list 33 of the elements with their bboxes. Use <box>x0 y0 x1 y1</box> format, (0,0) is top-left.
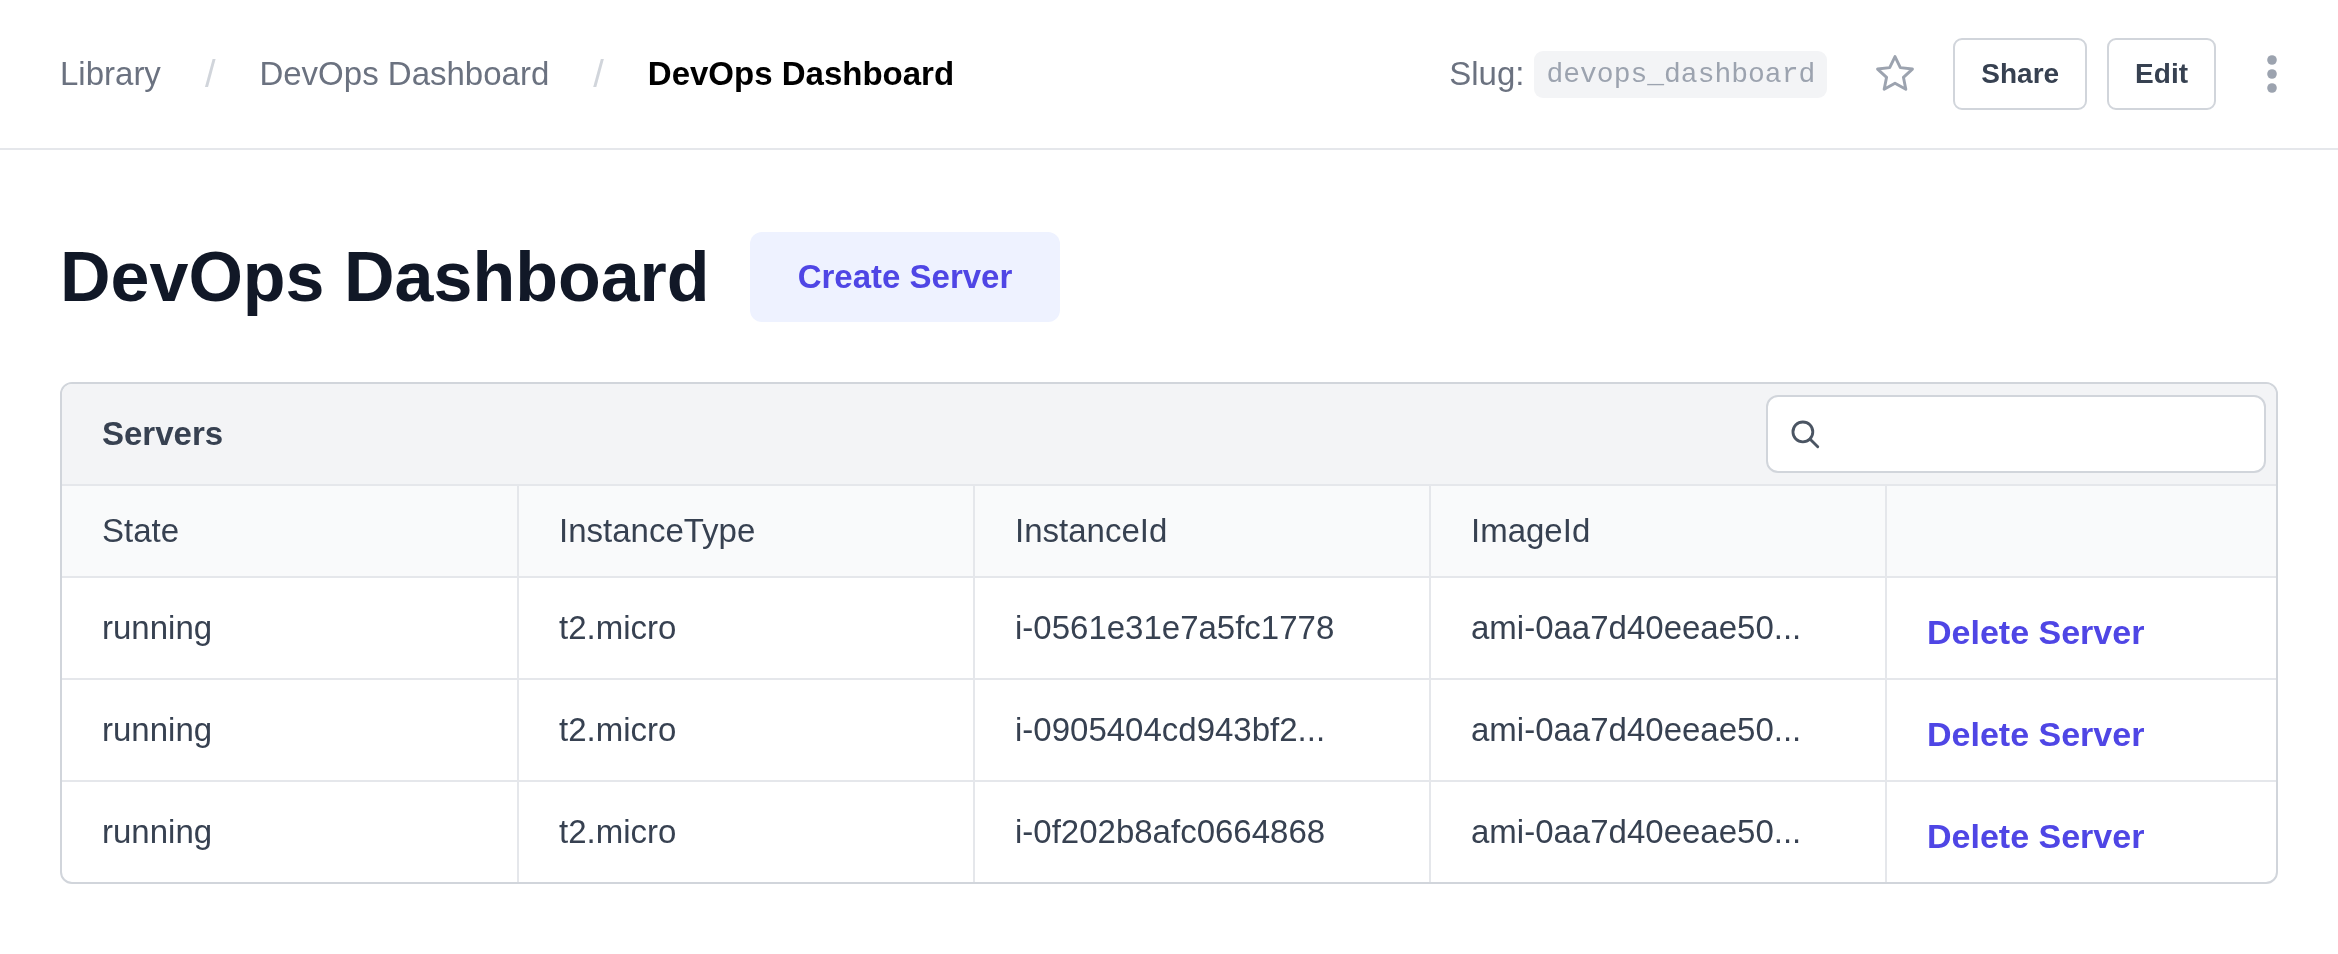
slug-value: devops_dashboard <box>1534 50 1828 98</box>
column-header: State <box>62 486 518 577</box>
delete-server-link[interactable]: Delete Server <box>1927 816 2145 855</box>
breadcrumb-separator: / <box>593 52 604 96</box>
create-server-button[interactable]: Create Server <box>749 232 1061 322</box>
table-title: Servers <box>102 415 224 453</box>
delete-server-link[interactable]: Delete Server <box>1927 612 2145 651</box>
column-header: InstanceType <box>518 486 974 577</box>
more-options-icon[interactable] <box>2266 54 2278 94</box>
table-cell: ami-0aa7d40eeae50... <box>1430 577 1886 679</box>
breadcrumb-link[interactable]: DevOps Dashboard <box>259 55 550 93</box>
table-cell: running <box>62 679 518 781</box>
column-header: ImageId <box>1430 486 1886 577</box>
table-cell: t2.micro <box>518 781 974 882</box>
table-cell: t2.micro <box>518 577 974 679</box>
edit-button[interactable]: Edit <box>2107 38 2216 110</box>
slug-label: Slug: <box>1449 55 1525 93</box>
page-title: DevOps Dashboard <box>60 237 710 317</box>
table-cell: i-0561e31e7a5fc1778 <box>974 577 1430 679</box>
table-cell: i-0f202b8afc0664868 <box>974 781 1430 882</box>
table-cell: ami-0aa7d40eeae50... <box>1430 781 1886 882</box>
delete-server-link[interactable]: Delete Server <box>1927 714 2145 753</box>
share-button[interactable]: Share <box>1953 38 2088 110</box>
table-cell: running <box>62 577 518 679</box>
table-cell: ami-0aa7d40eeae50... <box>1430 679 1886 781</box>
search-field[interactable] <box>1766 395 2266 473</box>
breadcrumb-separator: / <box>204 52 216 96</box>
column-header: InstanceId <box>974 486 1430 577</box>
table-cell: i-0905404cd943bf2... <box>974 679 1430 781</box>
table-cell: running <box>62 781 518 882</box>
table-cell: t2.micro <box>518 679 974 781</box>
breadcrumb-current: DevOps Dashboard <box>647 55 955 93</box>
breadcrumb-link[interactable]: Library <box>60 55 161 93</box>
